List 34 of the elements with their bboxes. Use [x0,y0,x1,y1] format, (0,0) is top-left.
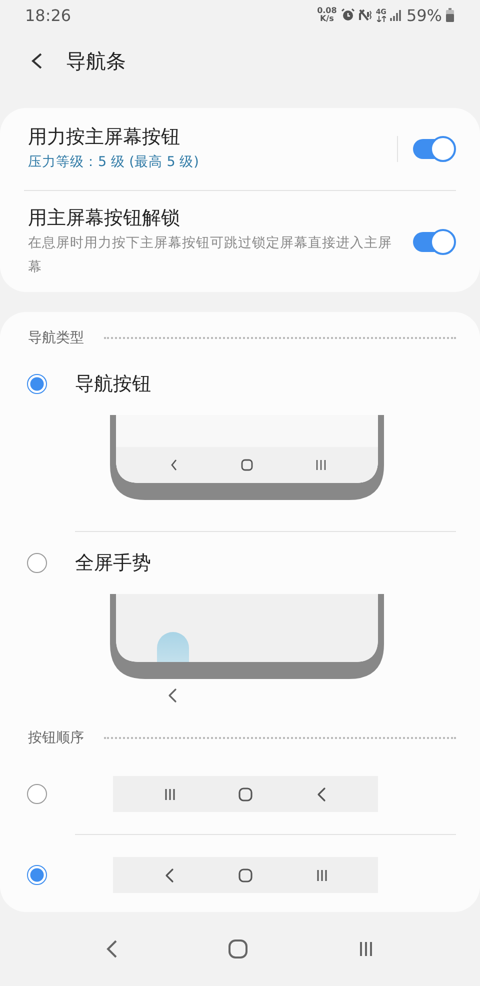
network-speed: 0.08 [317,7,337,15]
recents-icon [316,868,328,882]
home-icon [238,868,253,882]
toggle-switch[interactable] [412,228,456,256]
radio-button[interactable] [27,865,47,885]
signal-icon [390,9,402,21]
toggle-switch[interactable] [412,135,456,163]
data-arrows-icon [376,16,386,22]
option-label: 导航按钮 [75,372,151,397]
setting-title: 用主屏幕按钮解锁 [28,206,181,230]
recents-icon[interactable] [358,939,374,959]
setting-description: 在息屏时用力按下主屏幕按钮可跳过锁定屏幕直接进入主屏幕 [28,234,393,276]
option-label: 全屏手势 [75,551,151,576]
section-heading: 导航类型 [28,329,84,347]
section-heading: 按钮顺序 [28,729,84,747]
back-icon[interactable] [106,939,118,959]
radio-button[interactable] [27,553,47,573]
back-icon [317,786,326,802]
setting-status: 压力等级：5 级 (最高 5 级) [28,153,200,172]
network-speed: K/s [320,15,334,23]
home-icon[interactable] [228,939,248,959]
back-icon [168,688,177,703]
recents-icon [164,786,176,802]
back-icon [165,868,174,882]
page-title: 导航条 [66,48,126,74]
clock-time: 18:26 [25,6,72,24]
radio-button[interactable] [27,374,47,394]
alarm-icon [340,8,355,22]
battery-percent: 59% [406,6,442,24]
battery-icon [446,8,454,22]
vibrate-off-icon [358,8,372,22]
home-icon [238,786,253,802]
setting-title: 用力按主屏幕按钮 [28,125,181,150]
radio-button[interactable] [27,784,47,804]
